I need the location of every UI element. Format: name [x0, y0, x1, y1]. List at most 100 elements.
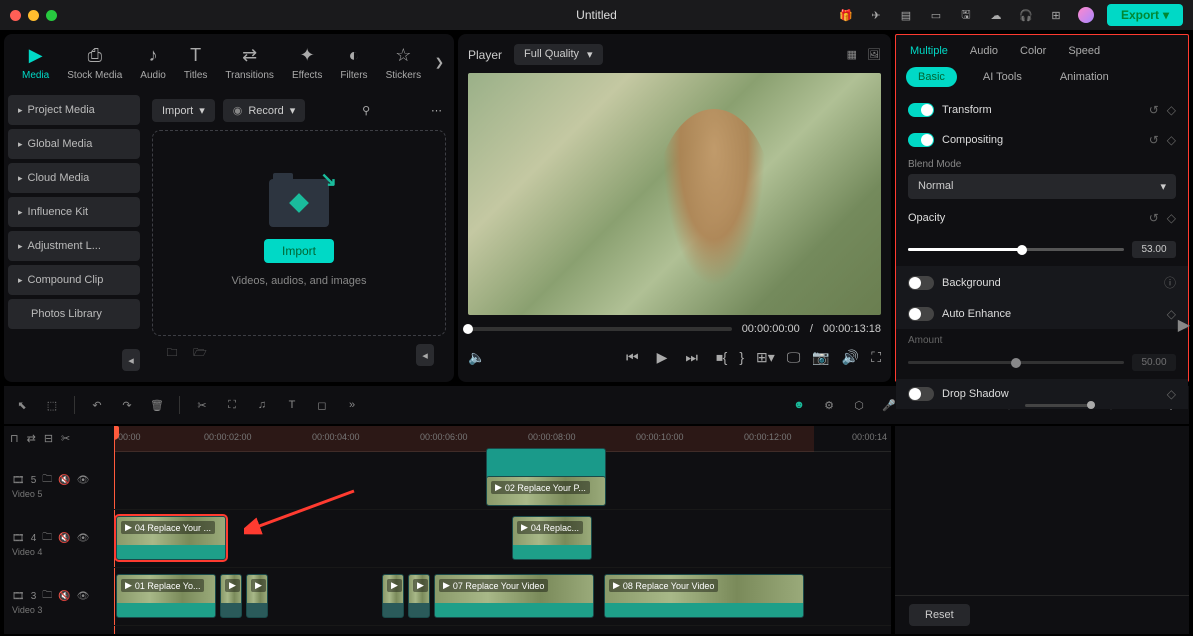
amount-value[interactable]: 50.00 [1132, 354, 1176, 371]
link-tracks-icon[interactable]: ⇄ [27, 432, 36, 445]
import-dropdown[interactable]: Import▾ [152, 99, 215, 122]
select-icon[interactable]: ⬚ [44, 399, 60, 412]
tab-titles[interactable]: TTitles [184, 44, 208, 81]
avatar[interactable] [1077, 6, 1095, 24]
mark-in-icon[interactable]: { [723, 349, 728, 366]
track-head-v4[interactable]: 🎞4 🗀🔇👁 Video 4 [4, 509, 114, 567]
tab-audio[interactable]: ♪Audio [140, 44, 166, 81]
cut-icon[interactable]: ✂ [194, 399, 210, 412]
next-frame-icon[interactable]: ⏭ [685, 349, 698, 366]
mic-icon[interactable]: 🎤 [881, 399, 897, 412]
amount-slider[interactable] [908, 361, 1124, 364]
ripple-icon[interactable]: ✂ [61, 432, 70, 445]
toggle-autoenhance[interactable] [908, 307, 934, 321]
subtab-animation[interactable]: Animation [1048, 67, 1121, 87]
mute-icon[interactable]: 🔇 [58, 591, 70, 602]
sidebar-cloud-media[interactable]: ▸Cloud Media [8, 163, 140, 193]
folder-icon[interactable]: 🗀 [42, 530, 52, 547]
folder-icon[interactable]: 🗀 [42, 472, 52, 489]
tab-media[interactable]: ▶Media [22, 44, 49, 81]
tab-color[interactable]: Color [1020, 45, 1046, 57]
sidebar-photos[interactable]: Photos Library [8, 299, 140, 329]
zoom-slider[interactable] [1025, 404, 1095, 407]
headphones-icon[interactable]: 🎧 [1017, 6, 1035, 24]
collapse-sidebar[interactable]: ◂ [122, 349, 140, 371]
toggle-transform[interactable] [908, 103, 934, 117]
track-v4[interactable]: ▶04 Replace Your ... ▶04 Replac... [114, 510, 891, 568]
opacity-slider[interactable] [908, 248, 1124, 251]
volume-icon[interactable]: 🔊 [842, 349, 859, 366]
keyframe-icon[interactable]: ◇ [1167, 387, 1176, 401]
more-tools-icon[interactable]: » [344, 399, 360, 411]
reset-button[interactable]: Reset [909, 604, 970, 626]
sidebar-influence-kit[interactable]: ▸Influence Kit [8, 197, 140, 227]
magnet-icon[interactable]: ⊓ [10, 432, 19, 445]
toggle-compositing[interactable] [908, 133, 934, 147]
opacity-value[interactable]: 53.00 [1132, 241, 1176, 258]
sidebar-project-media[interactable]: ▸Project Media [8, 95, 140, 125]
text-icon[interactable]: T [284, 399, 300, 411]
clip-small-b[interactable]: ▶ [246, 574, 268, 618]
clip-04-selected[interactable]: ▶04 Replace Your ... [116, 516, 226, 560]
cloud-icon[interactable]: ☁ [987, 6, 1005, 24]
track-v5[interactable]: ▶02 Replace Your P... [114, 452, 891, 510]
collapse-media[interactable]: ◂ [416, 344, 434, 366]
sync-icon[interactable]: ⊟ [44, 432, 53, 445]
record-dropdown[interactable]: ◉Record▾ [223, 99, 306, 122]
reset-icon[interactable]: ↺ [1149, 103, 1159, 117]
tab-stock[interactable]: ⎙Stock Media [67, 44, 122, 81]
apps-icon[interactable]: ⊞ [1047, 6, 1065, 24]
tab-filters[interactable]: ◐Filters [340, 44, 367, 81]
clip-07[interactable]: ▶07 Replace Your Video [434, 574, 594, 618]
prev-frame-icon[interactable]: ⏮ [626, 349, 639, 366]
clip-04b[interactable]: ▶04 Replac... [512, 516, 592, 560]
track-head-v3[interactable]: 🎞3 🗀🔇👁 Video 3 [4, 567, 114, 625]
music-icon[interactable]: ♫ [254, 399, 270, 411]
fullscreen-icon[interactable]: ⛶ [871, 349, 881, 366]
sidebar-global-media[interactable]: ▸Global Media [8, 129, 140, 159]
folder-open-icon[interactable]: 🗁 [192, 344, 208, 366]
eye-icon[interactable]: 👁 [77, 475, 90, 486]
info-icon[interactable]: ⓘ [1164, 274, 1176, 291]
screen-icon[interactable]: ▭ [927, 6, 945, 24]
mute-icon[interactable]: 🔇 [58, 533, 70, 544]
panel-expand[interactable]: ▶ [1178, 315, 1190, 335]
ai-icon[interactable]: ☻ [791, 399, 807, 411]
eye-icon[interactable]: 👁 [77, 533, 90, 544]
minimize-window[interactable] [28, 10, 39, 21]
sidebar-adjustment[interactable]: ▸Adjustment L... [8, 231, 140, 261]
mark-out-icon[interactable]: } [739, 349, 744, 366]
gift-icon[interactable]: 🎁 [837, 6, 855, 24]
subtab-ai[interactable]: AI Tools [971, 67, 1034, 87]
player-scrubber[interactable] [468, 327, 732, 331]
clip-01[interactable]: ▶01 Replace Yo... [116, 574, 216, 618]
reset-icon[interactable]: ↺ [1149, 133, 1159, 147]
pointer-icon[interactable]: ⬉ [14, 399, 30, 412]
clip-small-d[interactable]: ▶ [408, 574, 430, 618]
track-v3[interactable]: ▶01 Replace Yo... ▶ ▶ ▶ ▶ ▶07 Replace Yo… [114, 568, 891, 626]
tab-audio-prop[interactable]: Audio [970, 45, 998, 57]
clip-small-a[interactable]: ▶ [220, 574, 242, 618]
maximize-window[interactable] [46, 10, 57, 21]
keyframe-icon[interactable]: ◇ [1167, 133, 1176, 147]
folder-icon[interactable]: 🗀 [42, 588, 52, 605]
save-icon[interactable]: 🖫 [957, 6, 975, 24]
play-icon[interactable]: ▶ [657, 349, 668, 366]
frame-icon[interactable]: ◻ [314, 399, 330, 412]
new-folder-icon[interactable]: 🗀 [164, 344, 180, 366]
tab-transitions[interactable]: ⇄Transitions [225, 44, 274, 81]
more-icon[interactable]: ⋯ [427, 100, 446, 121]
blend-mode-select[interactable]: Normal▾ [908, 174, 1176, 199]
tab-effects[interactable]: ✦Effects [292, 44, 322, 81]
clip-02[interactable]: ▶02 Replace Your P... [486, 476, 606, 506]
subtab-basic[interactable]: Basic [906, 67, 957, 87]
speaker-icon[interactable]: 🔈 [468, 349, 485, 366]
tab-stickers[interactable]: ☆Stickers [386, 44, 422, 81]
display-icon[interactable]: 🖵 [787, 349, 801, 366]
track-head-v5[interactable]: 🎞5 🗀🔇👁 Video 5 [4, 451, 114, 509]
import-button[interactable]: Import [264, 239, 334, 263]
timeline-body[interactable]: 00:00 00:00:02:00 00:00:04:00 00:00:06:0… [114, 426, 891, 634]
redo-icon[interactable]: ↷ [119, 399, 135, 412]
quality-dropdown[interactable]: Full Quality▾ [514, 44, 603, 65]
clip-small-c[interactable]: ▶ [382, 574, 404, 618]
